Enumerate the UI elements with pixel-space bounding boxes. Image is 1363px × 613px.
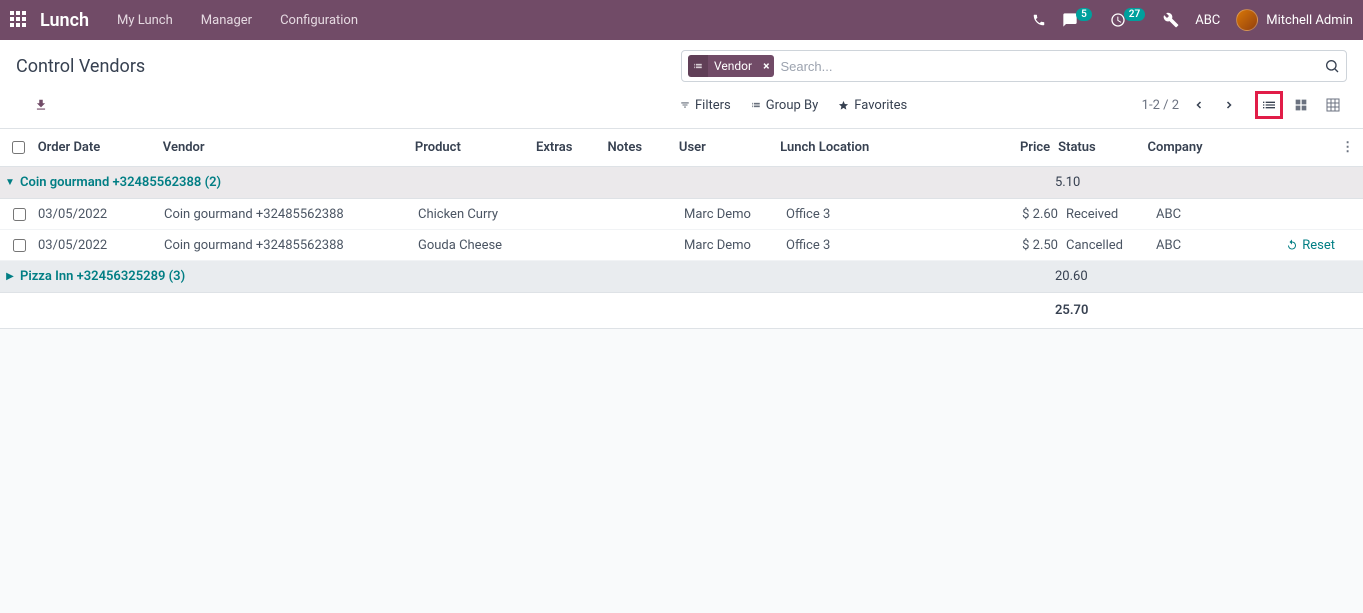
col-status[interactable]: Status: [1058, 140, 1147, 155]
search-bar[interactable]: Vendor ×: [681, 50, 1347, 82]
group-header[interactable]: ▶ Pizza Inn +32456325289 (3) 20.60: [0, 261, 1363, 293]
cell-date: 03/05/2022: [38, 207, 164, 222]
kanban-view-button[interactable]: [1287, 91, 1315, 119]
groupby-button[interactable]: Group By: [751, 98, 819, 113]
chat-badge: 5: [1076, 8, 1092, 21]
nav-my-lunch[interactable]: My Lunch: [117, 13, 173, 28]
filters-label: Filters: [695, 98, 731, 113]
cell-price: $ 2.50: [986, 238, 1066, 253]
nav-right: 5 27 ABC Mitchell Admin: [1032, 9, 1353, 31]
group-total: 5.10: [1055, 175, 1363, 190]
facet-remove-icon[interactable]: ×: [758, 59, 774, 73]
chevron-down-icon[interactable]: ▼: [0, 177, 20, 188]
user-menu[interactable]: Mitchell Admin: [1236, 9, 1353, 31]
cell-price: $ 2.60: [986, 207, 1066, 222]
undo-icon: [1286, 239, 1298, 251]
grand-total: 25.70: [1055, 303, 1363, 318]
activity-badge: 27: [1124, 8, 1145, 21]
company-selector[interactable]: ABC: [1195, 13, 1220, 28]
tools-icon[interactable]: [1163, 12, 1179, 28]
row-checkbox[interactable]: [13, 208, 26, 221]
pager-prev-icon[interactable]: [1189, 99, 1209, 111]
pager-text[interactable]: 1-2 / 2: [1142, 98, 1179, 113]
groupby-label: Group By: [766, 98, 819, 113]
view-switcher: [1255, 91, 1347, 119]
user-name-label: Mitchell Admin: [1266, 13, 1353, 28]
pager: 1-2 / 2: [1142, 98, 1239, 113]
app-brand[interactable]: Lunch: [40, 10, 89, 31]
search-icon[interactable]: [1324, 58, 1340, 74]
group-header[interactable]: ▼ Coin gourmand +32485562388 (2) 5.10: [0, 167, 1363, 199]
cell-company: ABC: [1156, 207, 1256, 222]
phone-icon[interactable]: [1032, 13, 1046, 27]
group-label: Pizza Inn +32456325289 (3): [20, 269, 185, 284]
cell-vendor: Coin gourmand +32485562388: [164, 238, 418, 253]
pager-next-icon[interactable]: [1219, 99, 1239, 111]
reset-button[interactable]: Reset: [1256, 238, 1335, 253]
facet-label: Vendor: [708, 59, 758, 73]
select-all-checkbox[interactable]: [12, 141, 25, 154]
group-label: Coin gourmand +32485562388 (2): [20, 175, 221, 190]
table-row[interactable]: 03/05/2022 Coin gourmand +32485562388 Ch…: [0, 199, 1363, 230]
nav-configuration[interactable]: Configuration: [280, 13, 358, 28]
favorites-button[interactable]: Favorites: [838, 98, 907, 113]
apps-icon[interactable]: [10, 11, 28, 29]
table-row[interactable]: 03/05/2022 Coin gourmand +32485562388 Go…: [0, 230, 1363, 261]
col-extras[interactable]: Extras: [536, 140, 607, 155]
cell-company: ABC: [1156, 238, 1256, 253]
nav-manager[interactable]: Manager: [201, 13, 252, 28]
cell-user: Marc Demo: [684, 207, 786, 222]
cell-product: Chicken Curry: [418, 207, 540, 222]
cell-status: Cancelled: [1066, 238, 1156, 253]
table-header: Order Date Vendor Product Extras Notes U…: [0, 129, 1363, 167]
nav-menu: My Lunch Manager Configuration: [117, 13, 358, 28]
avatar: [1236, 9, 1258, 31]
cell-user: Marc Demo: [684, 238, 786, 253]
table-footer: 25.70: [0, 293, 1363, 329]
search-input[interactable]: [780, 59, 1318, 74]
reset-label: Reset: [1302, 238, 1335, 253]
cell-status: Received: [1066, 207, 1156, 222]
cell-location: Office 3: [786, 207, 986, 222]
list-view-button[interactable]: [1255, 91, 1283, 119]
top-navbar: Lunch My Lunch Manager Configuration 5 2…: [0, 0, 1363, 40]
favorites-label: Favorites: [854, 98, 907, 113]
chevron-right-icon[interactable]: ▶: [0, 271, 20, 282]
col-order-date[interactable]: Order Date: [38, 140, 163, 155]
col-location[interactable]: Lunch Location: [780, 140, 979, 155]
pivot-view-button[interactable]: [1319, 91, 1347, 119]
chat-icon[interactable]: 5: [1062, 12, 1094, 28]
page-title: Control Vendors: [16, 56, 145, 77]
col-company[interactable]: Company: [1147, 140, 1246, 155]
activity-icon[interactable]: 27: [1110, 12, 1147, 28]
list-view: Order Date Vendor Product Extras Notes U…: [0, 129, 1363, 329]
cell-location: Office 3: [786, 238, 986, 253]
col-price[interactable]: Price: [979, 140, 1058, 155]
filters-button[interactable]: Filters: [680, 98, 731, 113]
cell-date: 03/05/2022: [38, 238, 164, 253]
col-user[interactable]: User: [679, 140, 780, 155]
list-icon: [688, 55, 708, 77]
column-options-icon[interactable]: ⋮: [1341, 140, 1355, 155]
row-checkbox[interactable]: [13, 239, 26, 252]
cell-product: Gouda Cheese: [418, 238, 540, 253]
cell-vendor: Coin gourmand +32485562388: [164, 207, 418, 222]
search-facet-vendor: Vendor ×: [688, 55, 774, 77]
col-notes[interactable]: Notes: [607, 140, 678, 155]
group-total: 20.60: [1055, 269, 1363, 284]
col-product[interactable]: Product: [415, 140, 536, 155]
col-vendor[interactable]: Vendor: [163, 140, 415, 155]
export-button[interactable]: [34, 98, 48, 112]
control-panel: Control Vendors Vendor × Filters: [0, 40, 1363, 129]
